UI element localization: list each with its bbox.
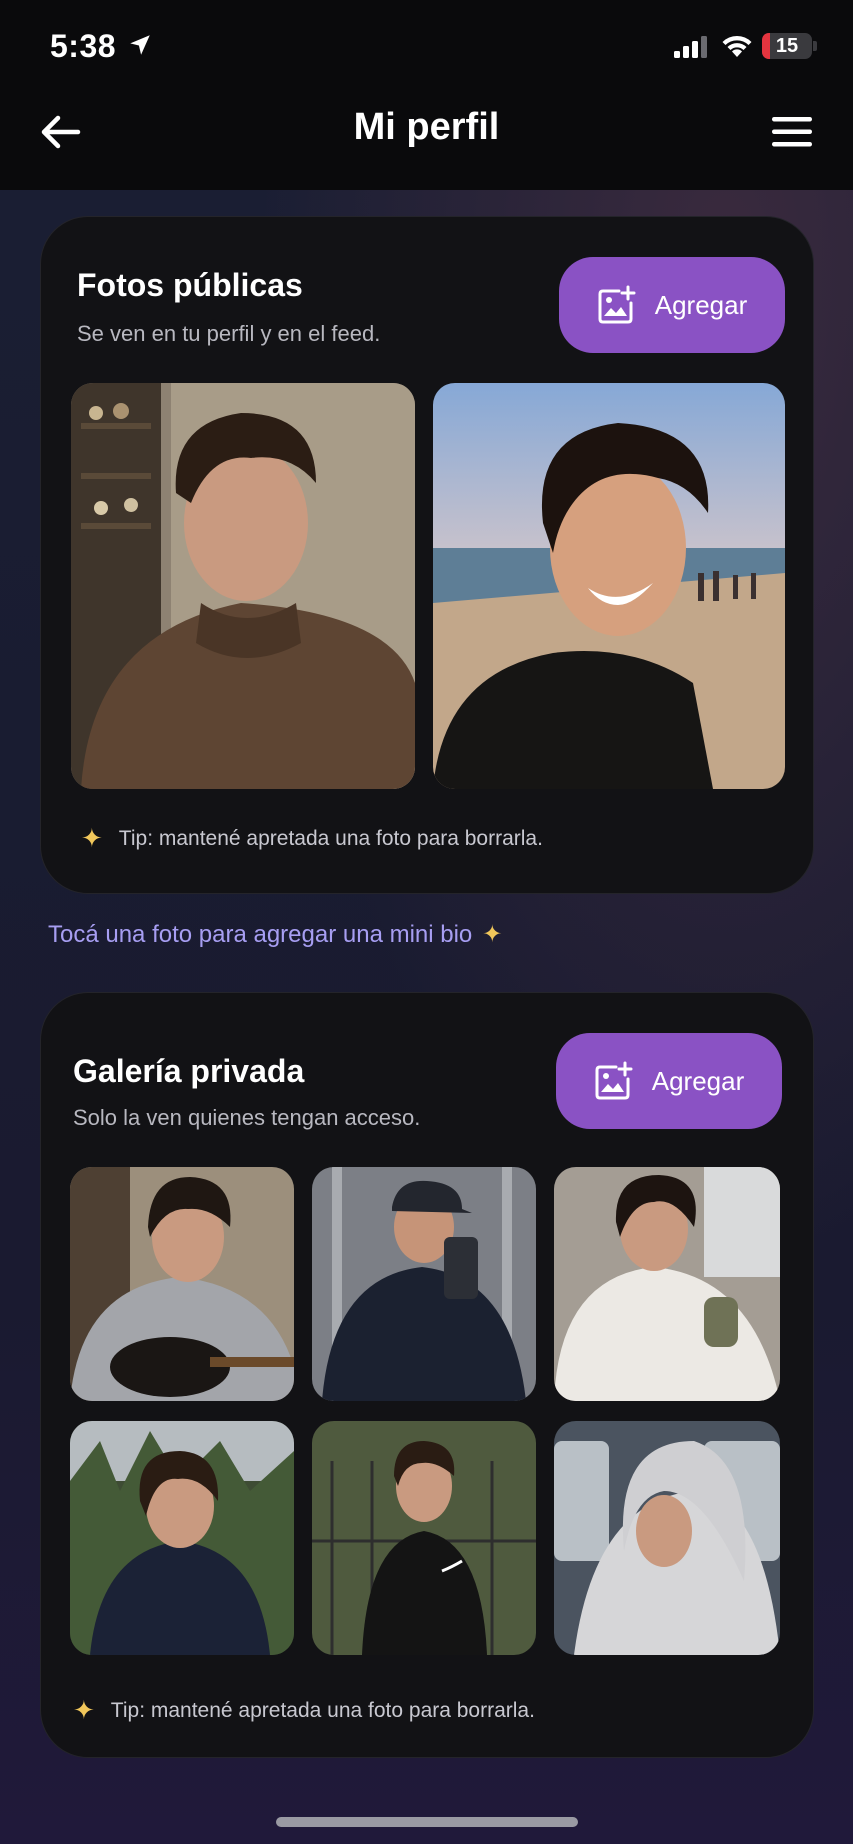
- add-private-label: Agregar: [651, 1065, 745, 1096]
- sparkle-icon: ✦: [73, 1695, 95, 1725]
- sparkle-icon: ✦: [482, 921, 503, 948]
- private-photo-5[interactable]: [312, 1421, 536, 1655]
- hamburger-menu-icon[interactable]: [770, 112, 814, 152]
- public-tip-text: Tip: mantené apretada una foto para borr…: [118, 826, 543, 850]
- train-photo-image: [554, 1421, 780, 1655]
- add-image-icon: [595, 1061, 633, 1100]
- running-photo-image: [312, 1421, 536, 1655]
- public-photos-card: Fotos públicas Se ven en tu perfil y en …: [40, 216, 814, 894]
- public-photos-title: Fotos públicas: [77, 267, 303, 303]
- mini-bio-hint-text: Tocá una foto para agregar una mini bio: [48, 920, 473, 948]
- private-tip-text: Tip: mantené apretada una foto para borr…: [110, 1698, 535, 1722]
- status-time: 5:38: [50, 28, 117, 64]
- private-gallery-subtitle: Solo la ven quienes tengan acceso.: [73, 1105, 421, 1130]
- battery-nub: [813, 41, 817, 51]
- add-public-photo-button[interactable]: Agregar: [559, 257, 785, 353]
- guitar-photo-image: [70, 1167, 294, 1401]
- private-photo-6[interactable]: [554, 1421, 780, 1655]
- wifi-icon: [722, 35, 752, 57]
- add-image-icon: [598, 285, 636, 324]
- home-indicator[interactable]: [276, 1817, 578, 1827]
- mini-bio-hint: Tocá una foto para agregar una mini bio …: [48, 920, 502, 949]
- garden-photo-image: [70, 1421, 294, 1655]
- add-public-label: Agregar: [654, 289, 748, 320]
- public-photo-1[interactable]: [71, 383, 415, 789]
- public-photos-subtitle: Se ven en tu perfil y en el feed.: [77, 321, 381, 346]
- battery-percent: 15: [775, 35, 799, 57]
- cellular-signal-icon: [674, 36, 707, 58]
- mirror-selfie-image: [312, 1167, 536, 1401]
- public-photo-2[interactable]: [433, 383, 785, 789]
- private-gallery-title: Galería privada: [73, 1053, 305, 1089]
- private-gallery-card: Galería privada Solo la ven quienes teng…: [40, 992, 814, 1758]
- private-photo-4[interactable]: [70, 1421, 294, 1655]
- private-tip: ✦ Tip: mantené apretada una foto para bo…: [73, 1695, 535, 1726]
- add-private-photo-button[interactable]: Agregar: [556, 1033, 782, 1129]
- private-photo-2[interactable]: [312, 1167, 536, 1401]
- private-photo-1[interactable]: [70, 1167, 294, 1401]
- portrait-beach-image: [433, 383, 785, 789]
- sparkle-icon: ✦: [81, 823, 103, 853]
- page-title: Mi perfil: [353, 106, 500, 148]
- battery-indicator: 15: [762, 33, 812, 59]
- status-bar: 5:38 15: [0, 0, 853, 90]
- private-photo-3[interactable]: [554, 1167, 780, 1401]
- portrait-hoodie-image: [71, 383, 415, 789]
- public-tip: ✦ Tip: mantené apretada una foto para bo…: [81, 823, 543, 854]
- location-arrow-icon: [130, 35, 150, 55]
- mate-photo-image: [554, 1167, 780, 1401]
- top-nav-bar: Mi perfil: [0, 90, 853, 190]
